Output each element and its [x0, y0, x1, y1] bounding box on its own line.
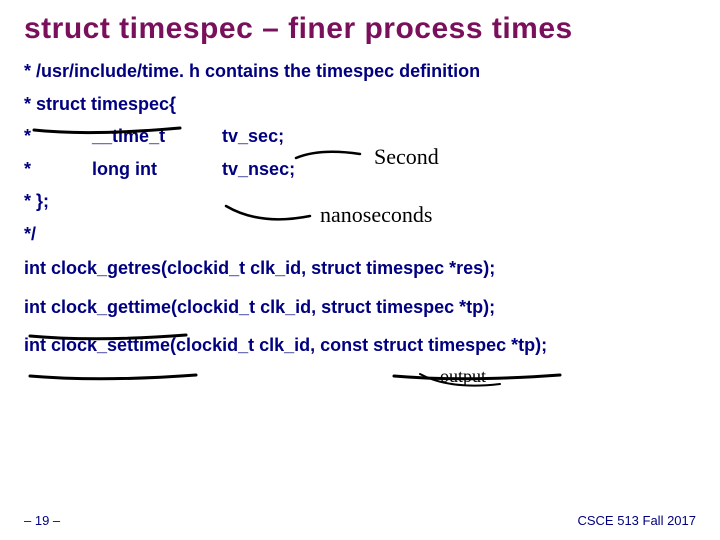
annotation-underline-gettime: [26, 370, 206, 384]
bullet: *: [24, 126, 31, 146]
line-tv-sec: * __time_ttv_sec;: [24, 125, 696, 148]
type-long-int: long int: [92, 158, 222, 181]
func-getres: int clock_getres(clockid_t clk_id, struc…: [24, 257, 696, 280]
svg-text:output: output: [440, 366, 486, 386]
slide-title: struct timespec – finer process times: [24, 12, 696, 46]
line-struct-close: * };: [24, 190, 696, 213]
footer: – 19 – CSCE 513 Fall 2017: [24, 513, 696, 528]
func-settime: int clock_settime(clockid_t clk_id, cons…: [24, 334, 696, 357]
annotation-underline-tp: [390, 370, 570, 384]
func-gettime: int clock_gettime(clockid_t clk_id, stru…: [24, 296, 696, 319]
line-struct-open: * struct timespec{: [24, 93, 696, 116]
annotation-output: output: [400, 362, 600, 402]
line-tv-nsec: * long inttv_nsec;: [24, 158, 696, 181]
line-include: * /usr/include/time. h contains the time…: [24, 60, 696, 83]
page-number: – 19 –: [24, 513, 60, 528]
course-label: CSCE 513 Fall 2017: [577, 513, 696, 528]
type-time-t: __time_t: [92, 125, 222, 148]
bullet: *: [24, 159, 31, 179]
line-comment-close: */: [24, 223, 696, 246]
field-tv-nsec: tv_nsec;: [222, 159, 295, 179]
field-tv-sec: tv_sec;: [222, 126, 284, 146]
